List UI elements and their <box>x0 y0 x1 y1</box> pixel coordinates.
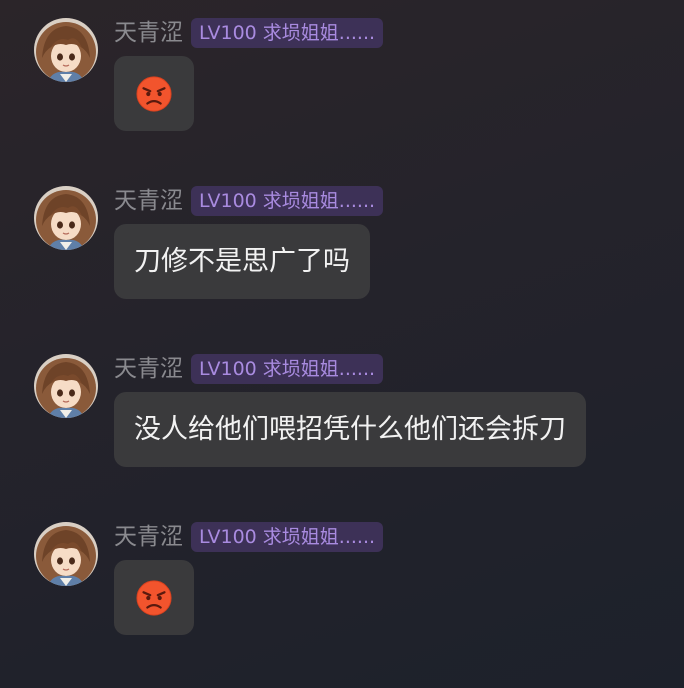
sender-name[interactable]: 天青涩 <box>114 354 183 384</box>
level-badge: LV100 求埙姐姐...... <box>191 18 384 48</box>
level-badge: LV100 求埙姐姐...... <box>191 354 384 384</box>
anime-girl-avatar-icon <box>34 18 98 82</box>
chat-message-list[interactable]: 天青涩 LV100 求埙姐姐...... 天青涩 LV100 求埙姐姐.....… <box>0 0 684 688</box>
avatar[interactable] <box>34 186 98 250</box>
message-header: 天青涩 LV100 求埙姐姐...... <box>114 522 384 552</box>
avatar[interactable] <box>34 18 98 82</box>
message-header: 天青涩 LV100 求埙姐姐...... <box>114 354 384 384</box>
message-header: 天青涩 LV100 求埙姐姐...... <box>114 18 384 48</box>
message-bubble[interactable]: 刀修不是思广了吗 <box>114 224 370 299</box>
anime-girl-avatar-icon <box>34 522 98 586</box>
message-header: 天青涩 LV100 求埙姐姐...... <box>114 186 384 216</box>
sender-name[interactable]: 天青涩 <box>114 18 183 48</box>
level-badge: LV100 求埙姐姐...... <box>191 522 384 552</box>
angry-face-icon <box>135 75 173 113</box>
message-bubble[interactable]: 没人给他们喂招凭什么他们还会拆刀 <box>114 392 586 467</box>
anime-girl-avatar-icon <box>34 354 98 418</box>
angry-face-icon <box>135 579 173 617</box>
message-bubble[interactable] <box>114 56 194 131</box>
anime-girl-avatar-icon <box>34 186 98 250</box>
level-badge: LV100 求埙姐姐...... <box>191 186 384 216</box>
message-bubble[interactable] <box>114 560 194 635</box>
sender-name[interactable]: 天青涩 <box>114 186 183 216</box>
avatar[interactable] <box>34 354 98 418</box>
avatar[interactable] <box>34 522 98 586</box>
message-text: 刀修不是思广了吗 <box>134 246 350 277</box>
message-text: 没人给他们喂招凭什么他们还会拆刀 <box>134 414 566 445</box>
sender-name[interactable]: 天青涩 <box>114 522 183 552</box>
